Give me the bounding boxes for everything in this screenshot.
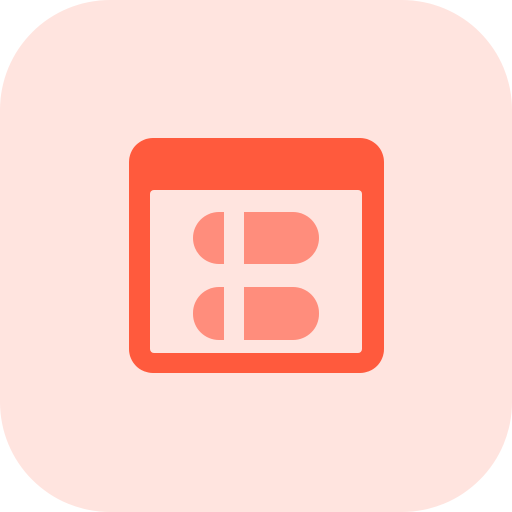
browser-window-pills-icon xyxy=(0,0,512,512)
pill-divider xyxy=(224,205,244,347)
pill-bottom xyxy=(193,287,319,340)
pill-top xyxy=(193,212,319,264)
app-icon-tile xyxy=(0,0,512,512)
